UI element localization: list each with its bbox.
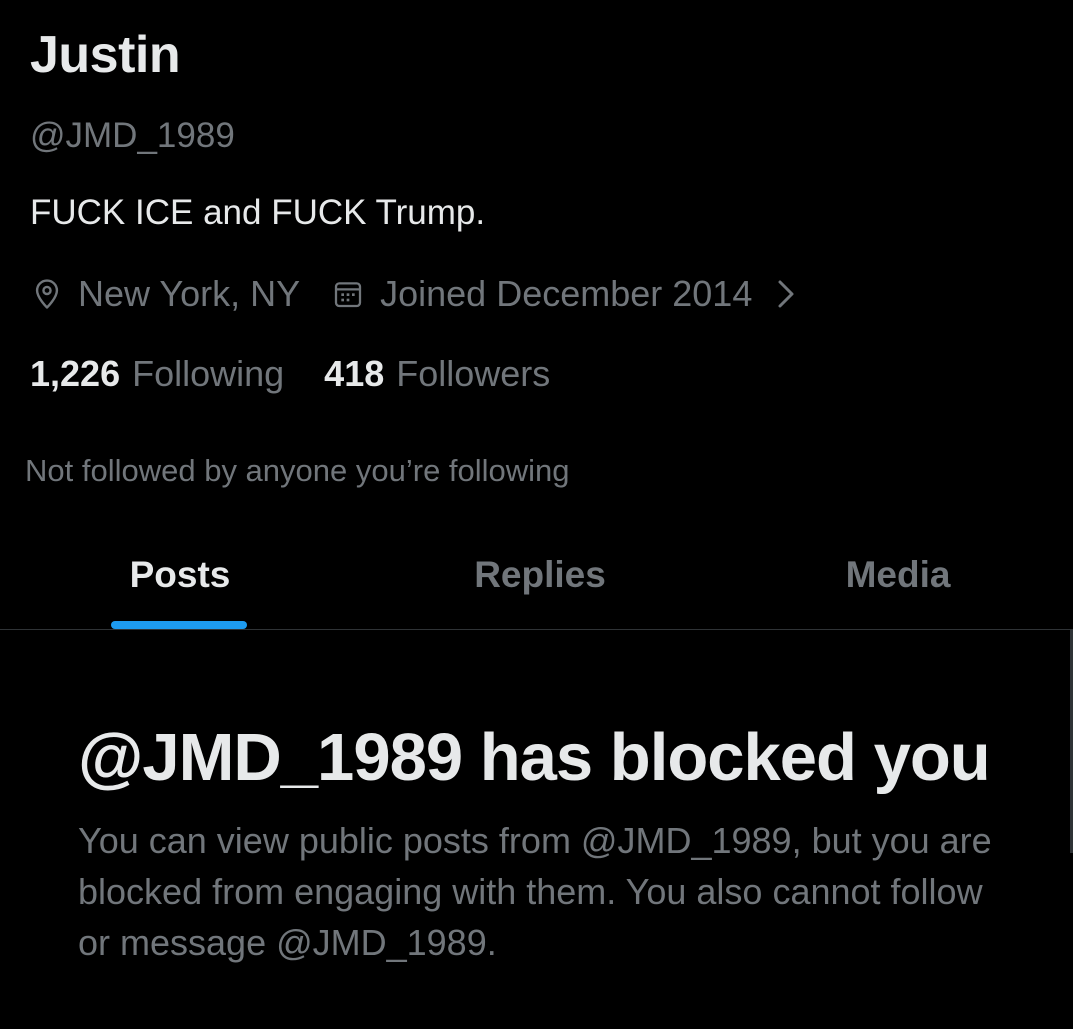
- follow-stats: 1,226 Following 418 Followers: [30, 350, 550, 398]
- tab-posts[interactable]: Posts: [60, 538, 300, 629]
- joined-text[interactable]: Joined December 2014: [380, 273, 752, 315]
- location-pin-icon: [35, 279, 59, 309]
- followers-stat[interactable]: 418 Followers: [324, 353, 550, 395]
- profile-tabs: Posts Replies Media: [0, 538, 1073, 630]
- calendar-icon: [334, 282, 362, 308]
- followers-label[interactable]: Followers: [396, 353, 550, 395]
- profile-meta-row: New York, NY Joined December 2014: [30, 270, 796, 318]
- followers-count[interactable]: 418: [324, 353, 384, 395]
- profile-header: Justin @JMD_1989 FUCK ICE and FUCK Trump…: [0, 0, 1073, 630]
- followed-by-text: Not followed by anyone you’re following: [25, 453, 570, 488]
- active-tab-indicator: [111, 621, 247, 629]
- tab-media[interactable]: Media: [778, 538, 1018, 629]
- username-handle: @JMD_1989: [30, 116, 235, 155]
- following-count[interactable]: 1,226: [30, 353, 120, 395]
- joined-date-item[interactable]: Joined December 2014: [300, 273, 796, 315]
- blocked-title: @JMD_1989 has blocked you: [78, 720, 991, 795]
- tab-posts-label[interactable]: Posts: [130, 552, 231, 629]
- location-item: New York, NY: [30, 273, 300, 315]
- blocked-message: You can view public posts from @JMD_1989…: [78, 820, 992, 963]
- blocked-notice: @JMD_1989 has blocked you You can view p…: [78, 718, 1038, 968]
- display-name: Justin: [30, 26, 181, 84]
- tab-replies[interactable]: Replies: [420, 538, 660, 629]
- tab-media-label[interactable]: Media: [846, 552, 951, 629]
- profile-bio: FUCK ICE and FUCK Trump.: [30, 193, 486, 232]
- tab-replies-label[interactable]: Replies: [474, 552, 606, 629]
- following-stat[interactable]: 1,226 Following: [30, 353, 284, 395]
- location-text: New York, NY: [78, 273, 301, 314]
- following-label[interactable]: Following: [132, 353, 284, 395]
- chevron-right-icon[interactable]: [776, 279, 796, 309]
